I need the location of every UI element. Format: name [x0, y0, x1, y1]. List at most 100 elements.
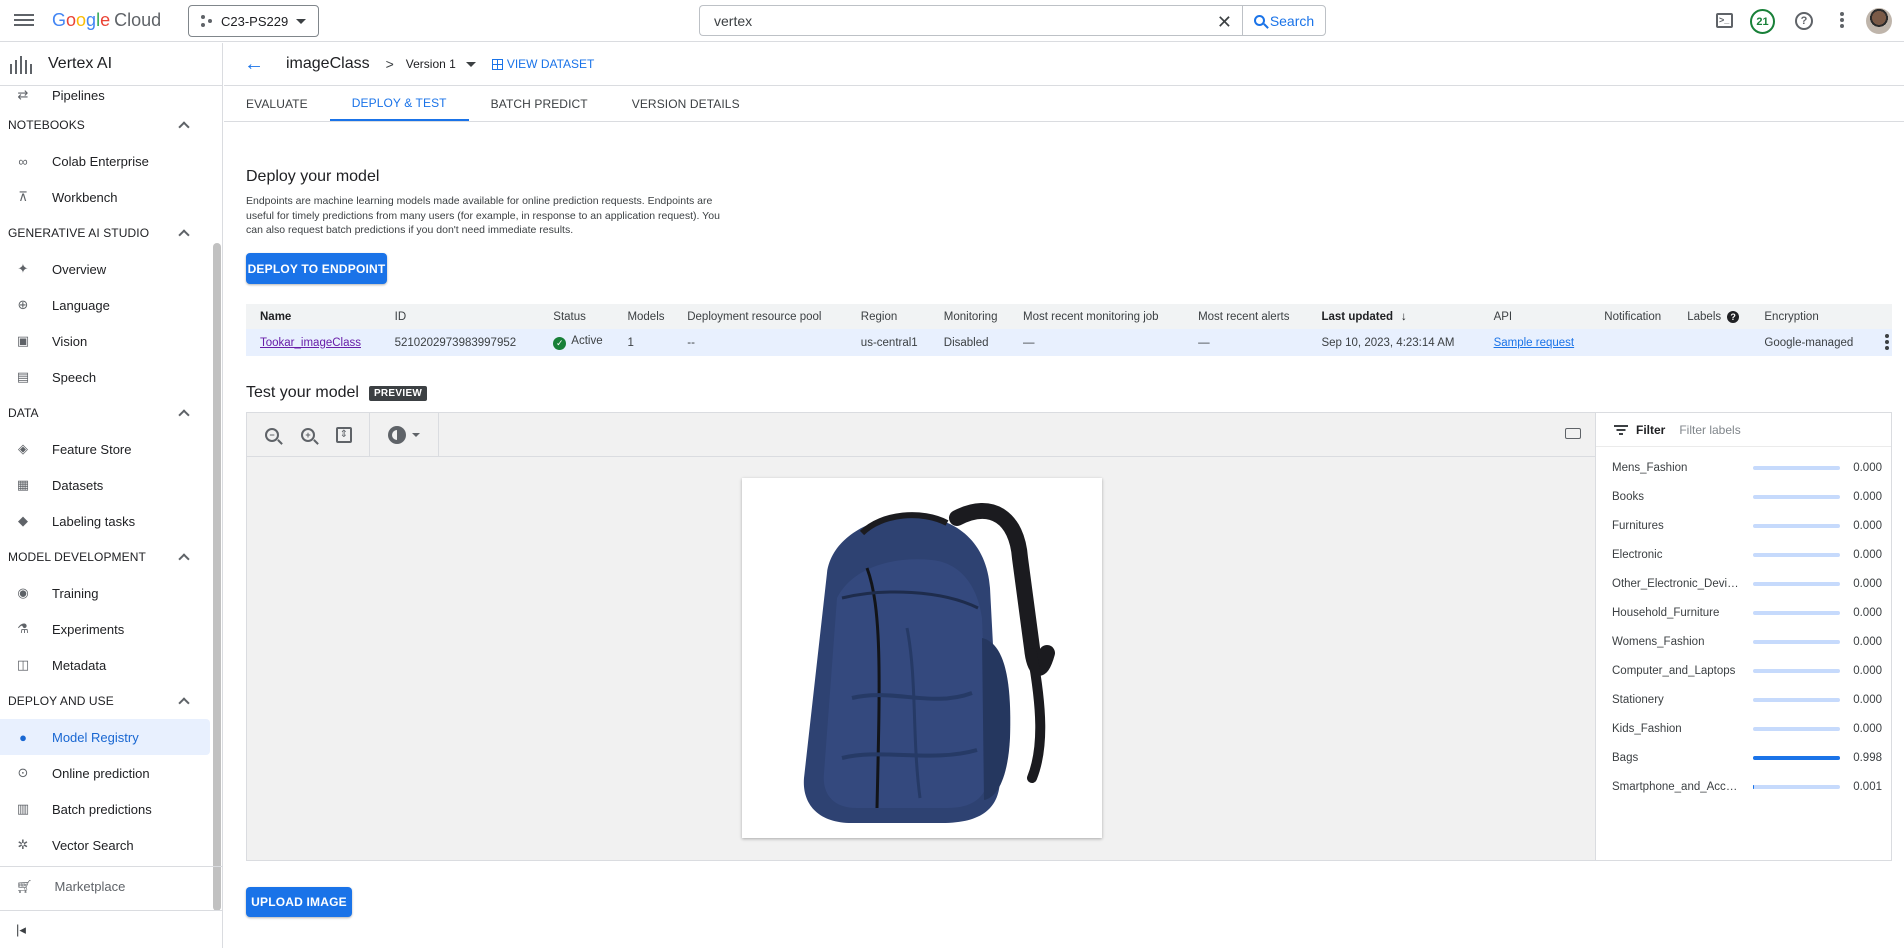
sidebar-item-experiments[interactable]: ⚗ Experiments	[0, 611, 210, 647]
help-icon[interactable]: ?	[1795, 12, 1813, 30]
sidebar-item-marketplace[interactable]: 🛒︎ Marketplace	[0, 866, 222, 906]
prediction-label: Furnitures	[1612, 520, 1664, 532]
confidence-score: 0.000	[1853, 578, 1882, 590]
project-picker[interactable]: C23-PS229	[188, 5, 319, 37]
column-header-pool[interactable]: Deployment resource pool	[673, 304, 847, 329]
prediction-row: Household_Furniture 0.000	[1612, 603, 1882, 623]
endpoint-encryption: Google-managed	[1750, 329, 1871, 356]
sidebar-item-online-prediction[interactable]: ⊙ Online prediction	[0, 755, 210, 791]
label-filter[interactable]: Filter Filter labels	[1596, 413, 1891, 447]
column-header-labels[interactable]: Labels?	[1673, 304, 1751, 329]
chevron-up-icon	[178, 697, 190, 709]
version-dropdown-icon[interactable]	[465, 61, 476, 67]
column-header-monitoring-job[interactable]: Most recent monitoring job	[1009, 304, 1185, 329]
column-header-name[interactable]: Name	[246, 304, 381, 329]
sidebar-item-datasets[interactable]: ▦ Datasets	[0, 467, 210, 503]
project-name: C23-PS229	[221, 13, 289, 29]
search-input[interactable]: vertex ✕	[699, 5, 1242, 36]
help-icon[interactable]: ?	[1727, 310, 1740, 323]
column-header-region[interactable]: Region	[846, 304, 930, 329]
column-header-models[interactable]: Models	[613, 304, 674, 329]
sidebar-item-pipelines[interactable]: ⇄ Pipelines	[0, 87, 210, 107]
search-button-label: Search	[1269, 12, 1315, 29]
sidebar-item-vision[interactable]: ▣ Vision	[0, 323, 210, 359]
section-data[interactable]: DATA	[0, 395, 210, 431]
cart-icon: 🛒︎	[16, 878, 33, 894]
search-button[interactable]: Search	[1242, 5, 1326, 36]
batch-icon: ▥	[16, 801, 30, 816]
logo-letter: o	[66, 10, 77, 30]
section-model-development[interactable]: MODEL DEVELOPMENT	[0, 539, 210, 575]
confidence-score: 0.000	[1853, 607, 1882, 619]
toolbar-divider	[369, 412, 370, 457]
sidebar-item-vector-search[interactable]: ✲ Vector Search	[0, 827, 210, 863]
sidebar-item-workbench[interactable]: ⊼ Workbench	[0, 179, 210, 215]
sidebar-item-overview[interactable]: ✦ Overview	[0, 251, 210, 287]
view-dataset-label: VIEW DATASET	[506, 57, 595, 71]
section-notebooks[interactable]: NOTEBOOKS	[0, 107, 210, 143]
sidebar-item-label: Online prediction	[52, 765, 150, 781]
confidence-score: 0.000	[1853, 462, 1882, 474]
tab-batch-predict[interactable]: BATCH PREDICT	[469, 86, 610, 121]
section-generative-ai-studio[interactable]: GENERATIVE AI STUDIO	[0, 215, 210, 251]
clear-search-icon[interactable]: ✕	[1217, 12, 1232, 33]
more-options-icon[interactable]	[1840, 11, 1844, 31]
tab-deploy-test[interactable]: DEPLOY & TEST	[329, 86, 469, 121]
confidence-score: 0.001	[1853, 781, 1882, 793]
pipelines-icon: ⇄	[17, 87, 29, 102]
image-viewer: − + ⇕	[246, 412, 1596, 861]
collapse-sidebar-button[interactable]: |◂	[0, 910, 222, 948]
sidebar-item-label: Language	[52, 297, 110, 313]
upload-image-button[interactable]: UPLOAD IMAGE	[246, 887, 352, 917]
preview-badge: PREVIEW	[368, 385, 428, 401]
sidebar-item-speech[interactable]: ▤ Speech	[0, 359, 210, 395]
sample-request-link[interactable]: Sample request	[1494, 337, 1575, 349]
zoom-in-icon: +	[301, 427, 315, 442]
google-cloud-logo[interactable]: Google Cloud	[52, 10, 161, 31]
sidebar-item-colab-enterprise[interactable]: ∞ Colab Enterprise	[0, 143, 210, 179]
column-header-encryption[interactable]: Encryption	[1750, 304, 1871, 329]
column-header-notification[interactable]: Notification	[1590, 304, 1674, 329]
logo-letter: g	[86, 10, 97, 30]
sidebar-item-language[interactable]: ⊕ Language	[0, 287, 210, 323]
confidence-bar	[1752, 553, 1841, 557]
section-deploy-and-use[interactable]: DEPLOY AND USE	[0, 683, 210, 719]
deploy-to-endpoint-button[interactable]: DEPLOY TO ENDPOINT	[246, 253, 387, 284]
zoom-in-button[interactable]: +	[297, 424, 319, 446]
sidebar-item-training[interactable]: ◉ Training	[0, 575, 210, 611]
sidebar-item-feature-store[interactable]: ◈ Feature Store	[0, 431, 210, 467]
column-header-id[interactable]: ID	[380, 304, 540, 329]
sidebar-header[interactable]: Vertex AI	[0, 43, 222, 86]
brightness-button[interactable]	[384, 424, 424, 446]
sidebar-scrollbar[interactable]	[213, 243, 221, 911]
version-selector[interactable]: Version 1	[406, 57, 456, 71]
column-header-status[interactable]: Status	[539, 304, 614, 329]
avatar[interactable]	[1866, 8, 1892, 34]
notifications-badge[interactable]: 21	[1750, 9, 1775, 34]
column-header-monitoring[interactable]: Monitoring	[929, 304, 1010, 329]
sidebar-item-metadata[interactable]: ◫ Metadata	[0, 647, 210, 683]
menu-icon[interactable]	[14, 11, 34, 31]
section-title: NOTEBOOKS	[8, 118, 85, 132]
column-header-last-updated[interactable]: Last updated ↓	[1307, 304, 1480, 329]
sidebar-item-label: Model Registry	[52, 729, 139, 745]
zoom-out-button[interactable]: −	[261, 424, 283, 446]
endpoint-models: 1	[613, 329, 674, 356]
search-icon	[1253, 15, 1265, 26]
fit-to-screen-button[interactable]: ⇕	[333, 424, 355, 446]
keyboard-icon[interactable]	[1565, 428, 1581, 439]
sidebar-item-batch-predictions[interactable]: ▥ Batch predictions	[0, 791, 210, 827]
back-arrow-icon[interactable]: ←	[244, 53, 264, 76]
endpoint-name-link[interactable]: Tookar_imageClass	[260, 337, 361, 349]
logo-letter: G	[52, 10, 67, 30]
sidebar-item-model-registry[interactable]: ● Model Registry	[0, 719, 210, 755]
sidebar-item-labeling-tasks[interactable]: ◆ Labeling tasks	[0, 503, 210, 539]
tab-evaluate[interactable]: EVALUATE	[224, 86, 330, 121]
status-text: Active	[571, 335, 603, 347]
column-header-alerts[interactable]: Most recent alerts	[1184, 304, 1308, 329]
row-actions-menu-icon[interactable]	[1884, 333, 1889, 352]
cloud-shell-icon[interactable]: >_	[1716, 13, 1733, 28]
column-header-api[interactable]: API	[1479, 304, 1591, 329]
tab-version-details[interactable]: VERSION DETAILS	[610, 86, 762, 121]
view-dataset-link[interactable]: VIEW DATASET	[491, 57, 595, 71]
